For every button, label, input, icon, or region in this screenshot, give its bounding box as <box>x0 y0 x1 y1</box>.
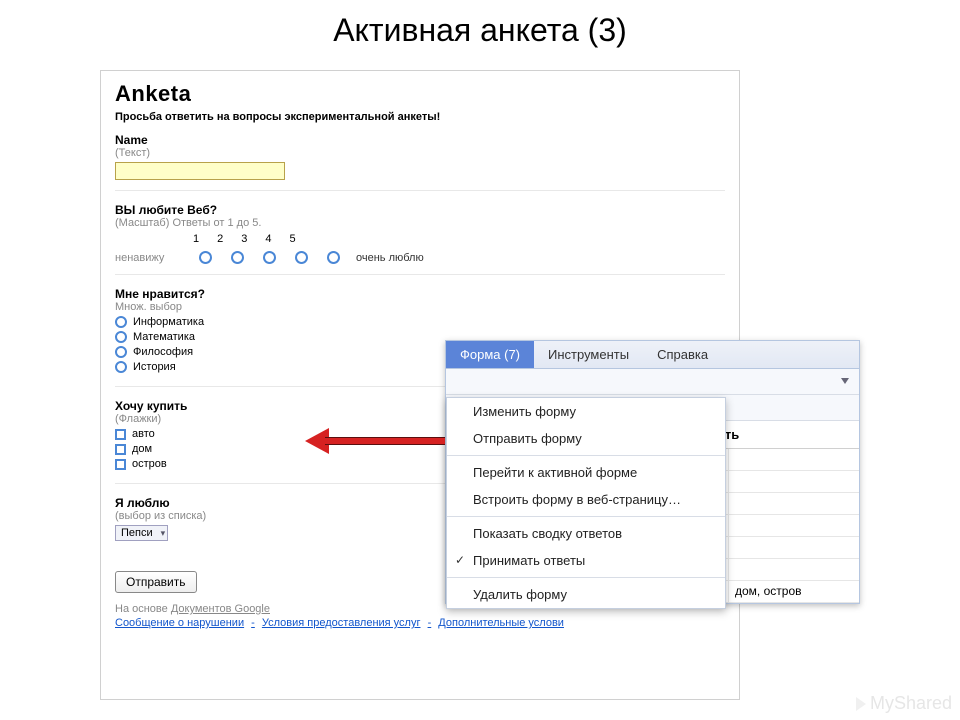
menu-separator <box>447 455 725 456</box>
question-name: Name (Текст) <box>115 133 725 191</box>
option-label: Философия <box>133 346 193 358</box>
footer-links: Сообщение о нарушении - Условия предоста… <box>115 617 725 629</box>
chevron-down-icon: ▾ <box>161 528 166 539</box>
radio-option[interactable] <box>115 346 127 358</box>
form-title: Anketa <box>115 81 725 107</box>
scale-radio-2[interactable] <box>231 251 244 264</box>
menu-item-summary[interactable]: Показать сводку ответов <box>447 520 725 547</box>
form-description: Просьба ответить на вопросы эксперимента… <box>115 111 725 123</box>
option-label: История <box>133 361 176 373</box>
select-dropdown[interactable]: Пепси ▾ <box>115 525 168 541</box>
scale-radio-5[interactable] <box>327 251 340 264</box>
question-hint: (Масштаб) Ответы от 1 до 5. <box>115 217 725 229</box>
menu-tab-form[interactable]: Форма (7) <box>446 341 534 368</box>
menubar: Форма (7) Инструменты Справка <box>446 341 859 369</box>
play-icon <box>856 697 866 711</box>
submit-button[interactable]: Отправить <box>115 571 197 593</box>
watermark: MyShared <box>856 693 952 714</box>
menu-item-accept-responses[interactable]: Принимать ответы <box>447 547 725 574</box>
option-label: дом <box>132 443 152 455</box>
checkbox-option[interactable] <box>115 429 126 440</box>
menu-item-edit-form[interactable]: Изменить форму <box>447 398 725 425</box>
scale-radio-4[interactable] <box>295 251 308 264</box>
question-label: ВЫ любите Веб? <box>115 203 725 217</box>
menu-item-send-form[interactable]: Отправить форму <box>447 425 725 452</box>
radio-option[interactable] <box>115 316 127 328</box>
scale-radio-3[interactable] <box>263 251 276 264</box>
option-label: Математика <box>133 331 195 343</box>
question-hint: Множ. выбор <box>115 301 725 313</box>
checkbox-option[interactable] <box>115 459 126 470</box>
option-label: Информатика <box>133 316 204 328</box>
select-value: Пепси <box>121 527 153 539</box>
scale-radio-1[interactable] <box>199 251 212 264</box>
option-label: остров <box>132 458 167 470</box>
menu-item-embed[interactable]: Встроить форму в веб-страницу… <box>447 486 725 513</box>
scale-numbers: 1 2 3 4 5 <box>193 233 725 245</box>
callout-arrow <box>305 431 445 451</box>
arrow-shaft <box>325 437 445 445</box>
footer-link-more[interactable]: Дополнительные услови <box>438 617 564 629</box>
option-label: авто <box>132 428 155 440</box>
toolbar-row <box>446 369 859 395</box>
menu-tab-tools[interactable]: Инструменты <box>534 341 643 368</box>
menu-screenshot: Форма (7) Инструменты Справка упить 5 Ин… <box>445 340 860 604</box>
slide-title: Активная анкета (3) <box>0 0 960 55</box>
question-label: Name <box>115 133 725 147</box>
menu-tab-help[interactable]: Справка <box>643 341 722 368</box>
footer-link-abuse[interactable]: Сообщение о нарушении <box>115 617 244 629</box>
menu-item-delete-form[interactable]: Удалить форму <box>447 581 725 608</box>
powered-link[interactable]: Документов Google <box>171 603 270 615</box>
question-label: Мне нравится? <box>115 287 725 301</box>
scale-left-label: ненавижу <box>115 252 185 264</box>
form-dropdown-menu: Изменить форму Отправить форму Перейти к… <box>446 397 726 609</box>
name-input[interactable] <box>115 162 285 180</box>
chevron-down-icon[interactable] <box>841 378 849 384</box>
footer-link-terms[interactable]: Условия предоставления услуг <box>262 617 421 629</box>
question-scale: ВЫ любите Веб? (Масштаб) Ответы от 1 до … <box>115 203 725 275</box>
menu-separator <box>447 577 725 578</box>
menu-separator <box>447 516 725 517</box>
scale-right-label: очень люблю <box>356 252 424 264</box>
menu-item-goto-active[interactable]: Перейти к активной форме <box>447 459 725 486</box>
radio-option[interactable] <box>115 361 127 373</box>
radio-option[interactable] <box>115 331 127 343</box>
checkbox-option[interactable] <box>115 444 126 455</box>
question-hint: (Текст) <box>115 147 725 159</box>
